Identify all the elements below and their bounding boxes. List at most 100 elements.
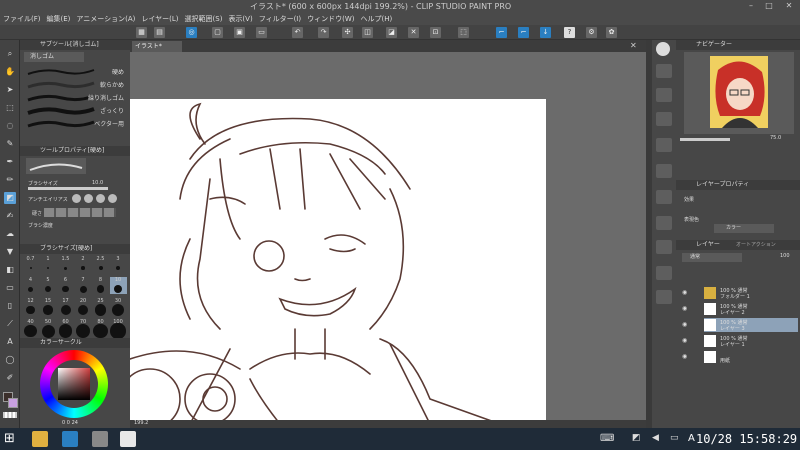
antialias-options[interactable] (72, 194, 120, 204)
deselect-icon[interactable]: ✕ (408, 27, 419, 38)
redo-icon[interactable]: ↷ (318, 27, 329, 38)
brush-size-option[interactable]: 60 (57, 319, 74, 338)
canvas-tab[interactable]: イラスト* (132, 41, 182, 52)
windows-start-icon[interactable]: ⊞ (4, 431, 20, 447)
pen-tool-icon[interactable]: ✒ (4, 156, 16, 168)
layer-ref-icon[interactable] (656, 216, 672, 230)
menu-file[interactable]: ファイル(F) (0, 13, 44, 25)
lasso-tool-icon[interactable]: ◌ (4, 120, 16, 132)
figure-tool-icon[interactable]: ▭ (4, 282, 16, 294)
sub-color-swatch[interactable] (8, 398, 18, 408)
minimize-icon[interactable]: – (744, 1, 758, 11)
brush-size-option[interactable]: 2.5 (92, 256, 109, 273)
layer-clip-icon[interactable] (656, 190, 672, 204)
brush-size-option[interactable]: 6 (57, 277, 74, 294)
brush-vector[interactable]: ベクター用 (24, 118, 126, 129)
brush-soft[interactable]: 軟らかめ (24, 79, 126, 90)
brush-size-option[interactable]: 100 (110, 319, 127, 339)
blend-mode-select[interactable]: 通常 (682, 253, 742, 262)
operation-tool-icon[interactable]: ➤ (4, 84, 16, 96)
menu-help[interactable]: ヘルプ(H) (357, 13, 395, 25)
menu-view[interactable]: 表示(V) (225, 13, 255, 25)
save-icon[interactable]: ▣ (234, 27, 245, 38)
help-icon[interactable]: ? (564, 27, 575, 38)
brush-size-option[interactable]: 15 (40, 298, 57, 315)
layer-row[interactable]: ◉ 100 % 通常 レイヤー 3 (682, 318, 798, 332)
menu-filter[interactable]: フィルター(I) (256, 13, 304, 25)
layer-row[interactable]: ◉ 100 % 通常 レイヤー 2 (682, 302, 798, 316)
settings-icon[interactable]: ⚙ (586, 27, 597, 38)
brush-size-option[interactable]: 12 (22, 298, 39, 315)
clear-icon[interactable]: ◫ (362, 27, 373, 38)
balloon-tool-icon[interactable]: ◯ (4, 354, 16, 366)
tab-layer[interactable]: レイヤー (696, 240, 720, 250)
menu-selection[interactable]: 選択範囲(S) (182, 13, 226, 25)
brush-size-option[interactable]: 10 (109, 277, 127, 294)
eye-icon[interactable]: ◉ (682, 289, 687, 296)
hardness-selector[interactable] (44, 208, 116, 217)
undo-icon[interactable]: ↶ (292, 27, 303, 38)
layer-fill-icon[interactable] (656, 290, 672, 304)
layer-copy-icon[interactable] (656, 88, 672, 102)
brush-size-option[interactable]: 4 (22, 277, 39, 294)
grid-icon[interactable]: ▦ (136, 27, 147, 38)
brush-kneaded[interactable]: 練り消しゴム (24, 92, 126, 103)
text-tool-icon[interactable]: A (4, 336, 16, 348)
brush-size-option[interactable]: 50 (40, 319, 57, 338)
eyedropper-tool-icon[interactable]: ✎ (4, 138, 16, 150)
selection-icon[interactable]: ⬚ (458, 27, 469, 38)
correct-line-tool-icon[interactable]: ✐ (4, 372, 16, 384)
expression-color-select[interactable]: カラー (714, 224, 774, 233)
brush-size-option[interactable]: 20 (75, 298, 92, 316)
network-icon[interactable]: ◩ (632, 433, 641, 443)
snap-point-icon[interactable]: ↓ (540, 27, 551, 38)
menu-window[interactable]: ウィンドウ(W) (304, 13, 357, 25)
layer-row[interactable]: ◉ 100 % 通常 レイヤー 1 (682, 334, 798, 348)
brush-size-option[interactable]: 40 (22, 319, 39, 338)
eye-icon[interactable]: ◉ (682, 305, 687, 312)
ime-indicator[interactable]: A (688, 433, 695, 444)
brush-size-option[interactable]: 30 (110, 298, 127, 316)
layer-mask-icon[interactable] (656, 240, 672, 254)
brush-rough[interactable]: ざっくり (24, 105, 126, 116)
eye-icon[interactable]: ◉ (682, 353, 687, 360)
notification-icon[interactable]: ▭ (670, 433, 679, 443)
navigator-view[interactable] (684, 52, 794, 134)
menu-animation[interactable]: アニメーション(A) (73, 13, 138, 25)
saturation-square[interactable] (58, 368, 90, 400)
tablet-app-icon[interactable] (92, 431, 108, 447)
close-tab-icon[interactable]: ✕ (630, 41, 637, 50)
transform-icon[interactable]: ✣ (342, 27, 353, 38)
brush-size-option[interactable]: 17 (57, 298, 74, 315)
layer-transparent-icon[interactable] (656, 138, 672, 152)
brush-size-slider[interactable] (28, 187, 108, 190)
layer-merge-icon[interactable] (656, 112, 672, 126)
transparent-color-swatch[interactable] (3, 412, 17, 418)
fill-tool-icon[interactable]: ▼ (4, 246, 16, 258)
zoom-slider[interactable] (680, 138, 730, 141)
gradient-tool-icon[interactable]: ◧ (4, 264, 16, 276)
frame-tool-icon[interactable]: ▯ (4, 300, 16, 312)
ruler-tool-icon[interactable]: ⟋ (4, 318, 16, 330)
layer-new-icon[interactable] (656, 64, 672, 78)
brush-size-option[interactable]: 5 (40, 277, 57, 294)
keyboard-icon[interactable]: ⌨ (600, 433, 614, 444)
clock[interactable]: 10/28 15:58:29 (696, 432, 797, 446)
crop-icon[interactable]: ⊡ (430, 27, 441, 38)
close-icon[interactable]: ✕ (782, 1, 796, 11)
clip-studio-icon[interactable]: ◎ (186, 27, 197, 38)
eye-icon[interactable]: ◉ (682, 337, 687, 344)
brush-size-option[interactable]: 2 (75, 256, 92, 273)
volume-icon[interactable]: ◀ (652, 433, 659, 443)
pencil-tool-icon[interactable]: ✏ (4, 174, 16, 186)
search-icon[interactable] (656, 42, 670, 56)
canvas-paper[interactable] (130, 99, 546, 424)
brush-size-option[interactable]: 8 (92, 277, 109, 294)
new-icon[interactable]: ▤ (154, 27, 165, 38)
eye-icon[interactable]: ◉ (682, 321, 687, 328)
export-icon[interactable]: ▭ (256, 27, 267, 38)
open-icon[interactable]: ▢ (212, 27, 223, 38)
maximize-icon[interactable]: □ (762, 1, 776, 11)
tab-auto-action[interactable]: オートアクション (736, 240, 776, 250)
brush-tool-icon[interactable]: ✍ (4, 210, 16, 222)
